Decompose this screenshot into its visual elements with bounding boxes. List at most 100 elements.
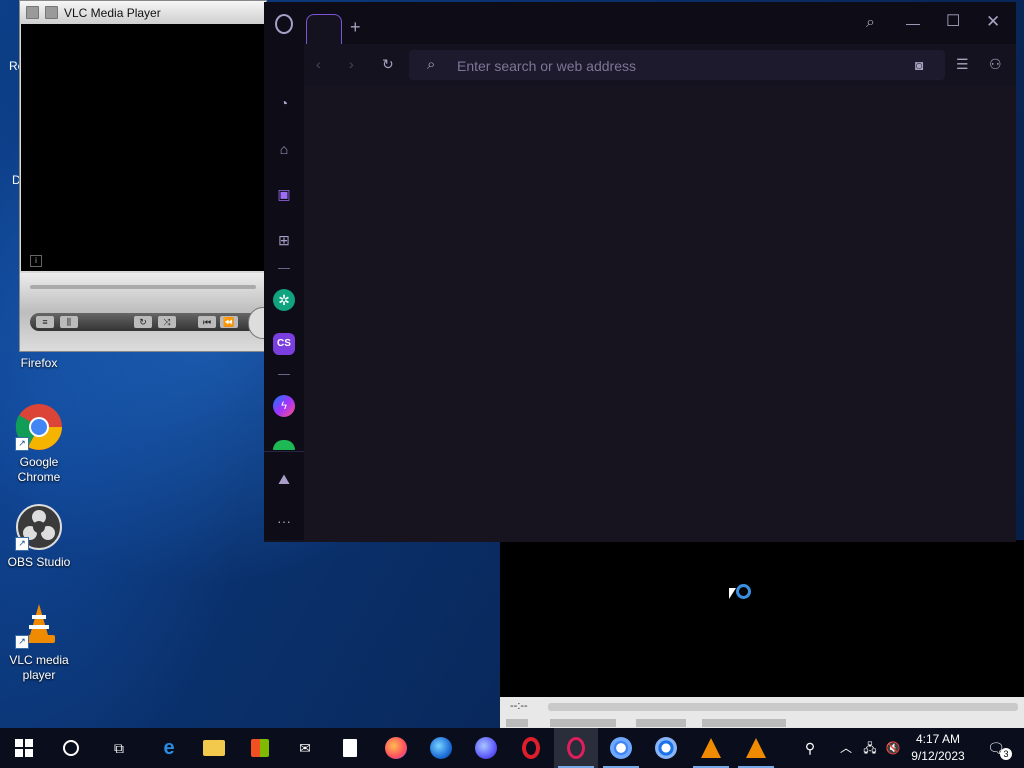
system-clock[interactable]: 4:17 AM 9/12/2023	[904, 731, 972, 765]
search-circle-icon	[63, 740, 79, 756]
vlc-mini-player-window[interactable]: VLC Media Player i ≡ ⫼ ↻ ⤨ ⏮ ⏪	[19, 0, 280, 352]
vlc-mini-title: VLC Media Player	[64, 5, 161, 20]
desktop-icon-label: Firefox	[20, 356, 58, 370]
taskbar-store[interactable]	[238, 728, 282, 768]
forward-icon[interactable]: ›	[349, 56, 354, 72]
rewind-icon[interactable]: ⏪	[220, 316, 238, 328]
sidebar-divider	[278, 268, 290, 269]
address-bar[interactable]: ⌕ ◙	[409, 50, 945, 80]
profile-icon[interactable]: ⚇	[989, 56, 1002, 72]
opera-logo-icon[interactable]	[275, 14, 293, 34]
gallery-icon[interactable]: ⛰	[273, 468, 295, 490]
taskbar-chrome-variant[interactable]	[644, 728, 688, 768]
desktop-icon-label: OBS Studio	[7, 555, 71, 569]
vlc-cone-icon	[701, 738, 721, 758]
volume-muted-icon: 🔇	[885, 741, 901, 755]
taskbar-opera[interactable]	[509, 728, 553, 768]
desktop-icon-label: Google Chrome	[17, 455, 61, 484]
vlc-mini-controls: ≡ ⫼ ↻ ⤨ ⏮ ⏪	[20, 273, 280, 351]
chatgpt-icon[interactable]: ✲	[273, 289, 295, 311]
chip-icon[interactable]: ⊞	[273, 229, 295, 251]
clock-time: 4:17 AM	[915, 732, 961, 746]
window-minimize-icon[interactable]	[45, 6, 58, 19]
taskbar-vlc[interactable]	[689, 728, 733, 768]
opera-toolbar: ‹ › ↻ ⌕ ◙ ☰ ⚇	[304, 44, 1016, 86]
taskbar-firefox-nightly[interactable]	[464, 728, 508, 768]
vlc-cone-icon: ↗	[15, 601, 63, 649]
info-icon[interactable]: i	[30, 255, 42, 267]
taskbar-notepad[interactable]	[328, 728, 372, 768]
show-hidden-icons-button[interactable]: ︿	[834, 728, 858, 768]
taskbar-firefox[interactable]	[374, 728, 418, 768]
taskbar-opera-gx[interactable]	[554, 728, 598, 768]
store-icon	[251, 739, 269, 757]
opera-page-content[interactable]	[304, 86, 1016, 542]
address-input[interactable]	[455, 56, 889, 76]
taskbar-chromium[interactable]	[599, 728, 643, 768]
shopping-icon[interactable]: ⌂	[273, 138, 295, 160]
desktop-icon-vlc[interactable]: ↗ VLC media player	[1, 601, 77, 683]
mail-icon: ✉	[299, 740, 311, 756]
vlc-main-time: --:--	[510, 700, 528, 712]
volume-button[interactable]: 🔇	[882, 728, 904, 768]
firefox-developer-icon	[430, 737, 452, 759]
tab-search-icon[interactable]: ⌕	[866, 15, 875, 31]
taskbar: ⧉ e ✉ ⚲ ︿ 🖧 🔇 4:17 AM 9/12/2023 🗨 3	[0, 728, 1024, 768]
more-icon[interactable]: ···	[273, 510, 295, 532]
chromium-icon	[610, 737, 632, 759]
window-minimize-icon[interactable]: —	[906, 15, 920, 31]
back-icon[interactable]: ‹	[316, 56, 321, 72]
search-button[interactable]	[49, 728, 93, 768]
opera-icon	[522, 737, 540, 759]
window-close-icon[interactable]: ✕	[986, 13, 1000, 30]
messenger-icon[interactable]: ϟ	[273, 395, 295, 417]
notification-count-badge: 3	[1000, 748, 1012, 760]
taskbar-vlc-2[interactable]	[734, 728, 778, 768]
window-menu-icon[interactable]	[26, 6, 39, 19]
shortcut-arrow-icon: ↗	[15, 437, 29, 451]
desktop-icon-obs[interactable]: ↗ OBS Studio	[1, 503, 77, 570]
cs-icon[interactable]: CS	[273, 333, 295, 355]
taskbar-firefox-dev[interactable]	[419, 728, 463, 768]
opera-gx-icon	[567, 737, 585, 759]
speed-dial-icon[interactable]: ◔	[273, 92, 295, 114]
loading-spinner-icon	[736, 584, 751, 599]
vlc-mini-seek-bar[interactable]	[30, 285, 256, 289]
vlc-mini-video-area[interactable]: i	[21, 24, 265, 271]
shortcut-arrow-icon: ↗	[15, 537, 29, 551]
shuffle-icon[interactable]: ⤨	[158, 316, 176, 328]
taskbar-mail[interactable]: ✉	[283, 728, 327, 768]
shortcut-arrow-icon: ↗	[15, 635, 29, 649]
people-icon: ⚲	[804, 740, 816, 756]
people-button[interactable]: ⚲	[788, 728, 832, 768]
network-button[interactable]: 🖧	[858, 728, 882, 768]
loop-icon[interactable]: ↻	[134, 316, 152, 328]
window-maximize-icon[interactable]: ☐	[946, 14, 960, 30]
equalizer-icon[interactable]: ⫼	[60, 316, 78, 328]
task-view-button[interactable]: ⧉	[97, 728, 141, 768]
reload-icon[interactable]: ↻	[382, 56, 394, 72]
easy-setup-icon[interactable]: ☰	[956, 56, 969, 72]
vlc-mini-titlebar[interactable]: VLC Media Player	[20, 1, 266, 24]
vlc-main-seek-bar[interactable]	[548, 703, 1018, 711]
sidebar-bottom-divider	[264, 451, 304, 452]
search-icon: ⌕	[427, 56, 436, 73]
twitch-icon[interactable]: ▣	[273, 183, 295, 205]
spotify-icon[interactable]	[273, 440, 295, 450]
action-center-button[interactable]: 🗨 3	[976, 728, 1016, 768]
active-tab[interactable]	[306, 14, 342, 45]
vlc-main-window[interactable]: --:--	[500, 540, 1024, 728]
opera-browser-window[interactable]: ◔ ⌂ ▣ ⊞ ✲ CS ϟ ⛰ ··· + ⌕ — ☐ ✕ ‹ › ↻ ⌕ ◙…	[264, 2, 1016, 542]
opera-sidebar: ◔ ⌂ ▣ ⊞ ✲ CS ϟ ⛰ ···	[264, 2, 304, 540]
desktop-icon-chrome[interactable]: ↗ Google Chrome	[1, 403, 77, 485]
camera-icon[interactable]: ◙	[915, 57, 923, 73]
new-tab-button[interactable]: +	[350, 17, 361, 38]
taskbar-edge[interactable]: e	[147, 728, 191, 768]
playlist-icon[interactable]: ≡	[36, 316, 54, 328]
task-view-icon: ⧉	[114, 740, 124, 756]
taskbar-file-explorer[interactable]	[192, 728, 236, 768]
vlc-main-buttons	[506, 719, 786, 727]
previous-icon[interactable]: ⏮	[198, 316, 216, 328]
sidebar-divider	[278, 374, 290, 375]
start-button[interactable]	[2, 728, 46, 768]
